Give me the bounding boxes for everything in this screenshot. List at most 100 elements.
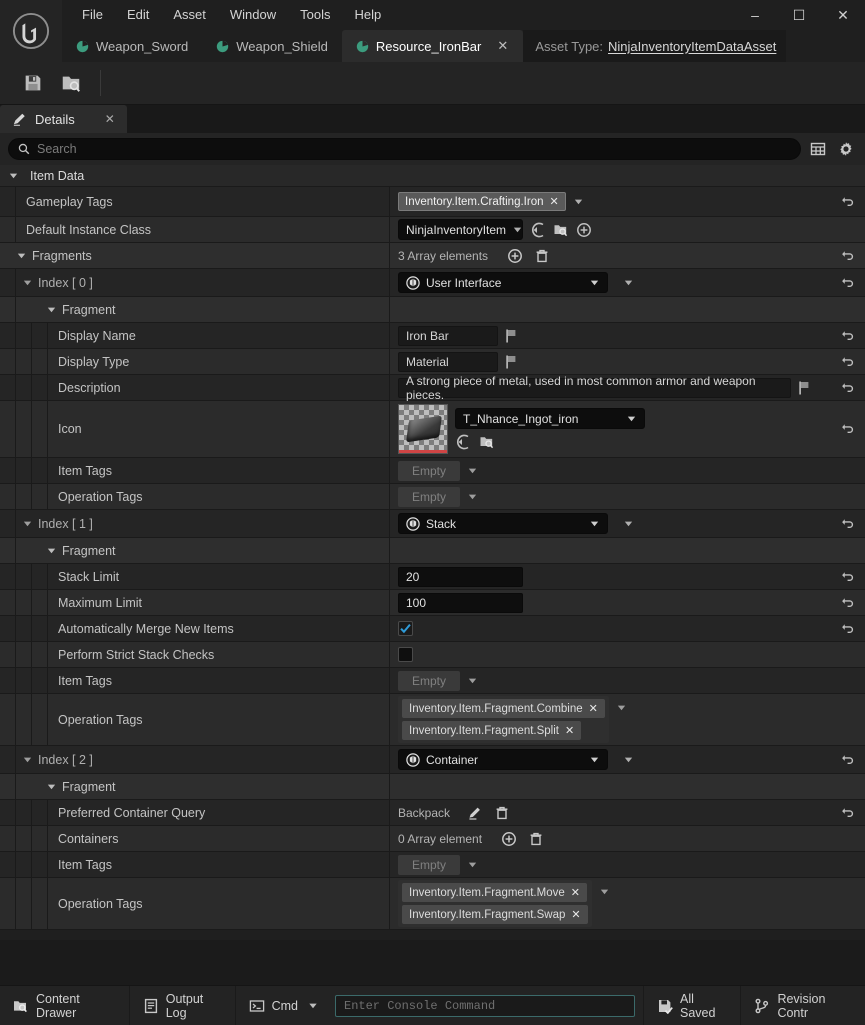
display-name-input[interactable]: Iron Bar: [398, 325, 498, 346]
reset-to-default-button[interactable]: [841, 194, 857, 210]
row-containers[interactable]: Containers 0 Array element: [0, 826, 865, 852]
row-fragment-group-0[interactable]: Fragment: [0, 297, 865, 323]
chevron-down-icon[interactable]: [573, 196, 584, 207]
property-value[interactable]: Material: [390, 349, 865, 374]
asset-type-value[interactable]: NinjaInventoryItemDataAsset: [608, 39, 776, 54]
property-label-group[interactable]: Index [ 2 ]: [16, 746, 390, 773]
fragment-type-dropdown[interactable]: Stack: [398, 513, 608, 534]
localization-flag-icon[interactable]: [505, 328, 519, 344]
property-value[interactable]: A strong piece of metal, used in most co…: [390, 374, 865, 402]
reset-to-default-button[interactable]: [841, 354, 857, 370]
property-value[interactable]: Inventory.Item.Fragment.Combine ✕ Invent…: [390, 694, 865, 745]
property-label-group[interactable]: Fragment: [32, 297, 390, 322]
search-input[interactable]: [37, 142, 791, 156]
menu-file[interactable]: File: [70, 3, 115, 27]
menu-window[interactable]: Window: [218, 3, 288, 27]
details-property-tree[interactable]: Item Data Gameplay Tags Inventory.Item.C…: [0, 165, 865, 940]
row-operation-tags-1[interactable]: Operation Tags Inventory.Item.Fragment.C…: [0, 694, 865, 746]
use-selected-asset-button[interactable]: [455, 434, 471, 450]
browse-to-asset-button[interactable]: [52, 67, 90, 99]
row-fragment-group-1[interactable]: Fragment: [0, 538, 865, 564]
row-description[interactable]: Description A strong piece of metal, use…: [0, 374, 865, 402]
operation-tag-chip[interactable]: Inventory.Item.Fragment.Combine ✕: [402, 699, 605, 718]
row-index-2[interactable]: Index [ 2 ] Container: [0, 746, 865, 774]
menu-asset[interactable]: Asset: [161, 3, 218, 27]
property-value[interactable]: Empty: [390, 852, 865, 877]
property-value[interactable]: T_Nhance_Ingot_iron: [390, 401, 865, 457]
all-saved-button[interactable]: All Saved: [643, 985, 742, 1025]
property-value[interactable]: Empty: [390, 484, 865, 509]
icon-thumbnail[interactable]: [398, 404, 448, 454]
view-settings-button[interactable]: [835, 138, 857, 160]
localization-flag-icon[interactable]: [798, 380, 812, 396]
revision-control-button[interactable]: Revision Contr: [741, 986, 865, 1025]
reset-to-default-button[interactable]: [841, 275, 857, 291]
chevron-down-icon[interactable]: [623, 277, 634, 288]
console-command-input[interactable]: [344, 998, 626, 1013]
chevron-down-icon[interactable]: [467, 675, 478, 686]
stack-limit-input[interactable]: 20: [398, 566, 523, 587]
minimize-button[interactable]: –: [733, 0, 777, 30]
clear-array-button[interactable]: [528, 831, 544, 847]
row-item-tags-0[interactable]: Item Tags Empty: [0, 458, 865, 484]
row-maximum-limit[interactable]: Maximum Limit 100: [0, 590, 865, 616]
reset-to-default-button[interactable]: [841, 805, 857, 821]
property-value[interactable]: [390, 616, 865, 641]
row-fragments[interactable]: Fragments 3 Array elements: [0, 243, 865, 269]
column-view-button[interactable]: [807, 138, 829, 160]
edit-query-button[interactable]: [467, 805, 483, 821]
reset-to-default-button[interactable]: [841, 380, 857, 396]
chevron-down-icon[interactable]: [22, 277, 33, 288]
tag-list-container[interactable]: Inventory.Item.Fragment.Move ✕ Inventory…: [398, 880, 592, 927]
cmd-selector[interactable]: Cmd: [236, 986, 327, 1025]
gameplay-tag-chip[interactable]: Inventory.Item.Crafting.Iron ✕: [398, 192, 566, 211]
strict-stack-checks-checkbox[interactable]: [398, 647, 413, 662]
reset-to-default-button[interactable]: [841, 328, 857, 344]
property-value[interactable]: Empty: [390, 668, 865, 693]
property-value[interactable]: Inventory.Item.Fragment.Move ✕ Inventory…: [390, 878, 865, 929]
browse-asset-button[interactable]: [479, 434, 495, 450]
localization-flag-icon[interactable]: [505, 354, 519, 370]
fragment-type-dropdown[interactable]: Container: [398, 749, 608, 770]
close-window-button[interactable]: ✕: [821, 0, 865, 30]
texture-picker-dropdown[interactable]: T_Nhance_Ingot_iron: [455, 408, 645, 429]
add-array-element-button[interactable]: [507, 248, 523, 264]
property-value[interactable]: 0 Array element: [390, 826, 865, 851]
remove-tag-icon[interactable]: ✕: [571, 886, 580, 899]
chevron-down-icon[interactable]: [467, 465, 478, 476]
row-preferred-container-query[interactable]: Preferred Container Query Backpack: [0, 800, 865, 826]
property-label-group[interactable]: Fragments: [16, 243, 390, 268]
chevron-down-icon[interactable]: [46, 781, 57, 792]
use-selected-asset-button[interactable]: [530, 222, 546, 238]
reset-to-default-button[interactable]: [841, 421, 857, 437]
property-value[interactable]: 20: [390, 564, 865, 589]
description-input[interactable]: A strong piece of metal, used in most co…: [398, 374, 791, 402]
search-box[interactable]: [8, 138, 801, 160]
clear-array-button[interactable]: [534, 248, 550, 264]
chevron-down-icon[interactable]: [305, 1000, 321, 1011]
row-fragment-group-2[interactable]: Fragment: [0, 774, 865, 800]
chevron-down-icon[interactable]: [22, 754, 33, 765]
row-index-0[interactable]: Index [ 0 ] User Interface: [0, 269, 865, 297]
menu-edit[interactable]: Edit: [115, 3, 161, 27]
property-value[interactable]: Empty: [390, 458, 865, 483]
row-default-instance-class[interactable]: Default Instance Class NinjaInventoryIte…: [0, 217, 865, 243]
property-value[interactable]: 100: [390, 590, 865, 615]
empty-tag-container[interactable]: Empty: [398, 486, 460, 507]
delete-query-button[interactable]: [494, 805, 510, 821]
browse-asset-button[interactable]: [553, 222, 569, 238]
property-label-group[interactable]: Index [ 1 ]: [16, 510, 390, 537]
save-button[interactable]: [14, 67, 52, 99]
row-operation-tags-2[interactable]: Operation Tags Inventory.Item.Fragment.M…: [0, 878, 865, 930]
menu-help[interactable]: Help: [342, 3, 393, 27]
empty-tag-container[interactable]: Empty: [398, 854, 460, 875]
fragment-type-dropdown[interactable]: User Interface: [398, 272, 608, 293]
property-value[interactable]: User Interface: [390, 269, 865, 296]
tab-close-icon[interactable]: ✕: [496, 38, 509, 54]
reset-to-default-button[interactable]: [841, 752, 857, 768]
row-icon[interactable]: Icon T_Nhance_Ingot_iron: [0, 401, 865, 458]
property-label-group[interactable]: Index [ 0 ]: [16, 269, 390, 296]
row-auto-merge[interactable]: Automatically Merge New Items: [0, 616, 865, 642]
remove-tag-icon[interactable]: ✕: [589, 702, 598, 715]
tab-details[interactable]: Details ✕: [0, 105, 127, 133]
